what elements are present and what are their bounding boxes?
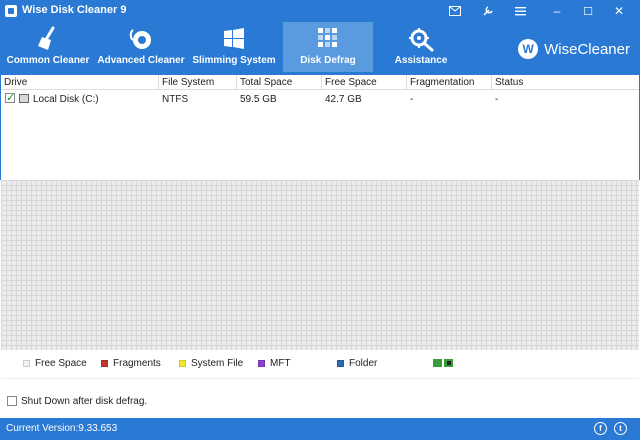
- defrag-icon: [318, 28, 337, 47]
- nav-label: Advanced Cleaner: [97, 55, 185, 66]
- mail-icon[interactable]: [446, 3, 464, 19]
- nav-label: Slimming System: [192, 55, 276, 66]
- column-header-total-space[interactable]: Total Space: [240, 77, 292, 88]
- brand[interactable]: W WiseCleaner: [518, 38, 630, 60]
- nav-label: Assistance: [394, 55, 448, 66]
- legend-mft: MFT: [258, 358, 291, 369]
- legend-fragments: Fragments: [101, 358, 161, 369]
- drive-table: Drive File System Total Space Free Space…: [0, 75, 640, 180]
- nav-assistance[interactable]: Assistance: [376, 22, 466, 72]
- column-header-free-space[interactable]: Free Space: [325, 77, 377, 88]
- status-bar: Current Version:9.33.653 f t: [0, 418, 640, 440]
- free-space-value: 42.7 GB: [325, 94, 362, 105]
- drive-checkbox[interactable]: [5, 91, 15, 104]
- drive-name: Local Disk (C:): [33, 94, 99, 105]
- vacuum-icon: [129, 29, 151, 49]
- legend-swatch: [258, 360, 265, 367]
- legend-swatch: [101, 360, 108, 367]
- maximize-button[interactable]: ☐: [579, 3, 597, 19]
- file-type-icon: [433, 358, 455, 368]
- brand-name: WiseCleaner: [544, 40, 630, 58]
- total-space-value: 59.5 GB: [240, 94, 277, 105]
- menu-icon[interactable]: [511, 3, 529, 19]
- column-header-status[interactable]: Status: [495, 77, 523, 88]
- options-area: Shut Down after disk defrag.: [1, 378, 639, 418]
- legend-label: Fragments: [113, 358, 161, 369]
- settings-tool-icon[interactable]: [479, 3, 497, 19]
- legend-swatch: [179, 360, 186, 367]
- legend-label: Free Space: [35, 358, 87, 369]
- column-header-fragmentation[interactable]: Fragmentation: [410, 77, 474, 88]
- windows-icon: [224, 28, 244, 49]
- nav-slimming-system[interactable]: Slimming System: [189, 22, 279, 72]
- column-divider[interactable]: [321, 75, 322, 90]
- column-divider[interactable]: [491, 75, 492, 90]
- legend-swatch: [337, 360, 344, 367]
- nav-common-cleaner[interactable]: Common Cleaner: [3, 22, 93, 72]
- window-title: Wise Disk Cleaner 9: [22, 4, 127, 16]
- column-divider[interactable]: [236, 75, 237, 90]
- broom-icon: [38, 26, 55, 50]
- file-system-value: NTFS: [162, 94, 189, 105]
- wisecleaner-logo-icon: W: [518, 39, 539, 59]
- nav-advanced-cleaner[interactable]: Advanced Cleaner: [96, 22, 186, 72]
- legend-system-file: System File: [179, 358, 243, 369]
- gear-wrench-icon: [409, 28, 434, 52]
- nav-label: Common Cleaner: [6, 55, 90, 66]
- version-text: Current Version:9.33.653: [6, 423, 118, 434]
- twitter-icon[interactable]: t: [614, 422, 627, 435]
- legend-label: Folder: [349, 358, 378, 369]
- defrag-cluster-map: [1, 180, 639, 350]
- legend-label: System File: [191, 358, 244, 369]
- column-header-drive[interactable]: Drive: [4, 77, 27, 88]
- table-row[interactable]: Local Disk (C:) NTFS 59.5 GB 42.7 GB - -: [1, 91, 639, 107]
- nav-label: Disk Defrag: [300, 55, 356, 66]
- legend-folder: Folder: [337, 358, 377, 369]
- nav-disk-defrag[interactable]: Disk Defrag: [283, 22, 373, 72]
- close-button[interactable]: ✕: [610, 3, 628, 19]
- shutdown-label[interactable]: Shut Down after disk defrag.: [21, 396, 147, 407]
- table-header: Drive File System Total Space Free Space…: [1, 75, 639, 90]
- facebook-icon[interactable]: f: [594, 422, 607, 435]
- app-header: Wise Disk Cleaner 9 – ☐ ✕ Common Cleaner: [0, 0, 640, 75]
- minimize-button[interactable]: –: [548, 3, 566, 19]
- legend-free-space: Free Space: [23, 358, 87, 369]
- column-divider[interactable]: [158, 75, 159, 90]
- hard-disk-icon: [19, 94, 29, 103]
- column-divider[interactable]: [406, 75, 407, 90]
- legend: Free Space Fragments System File MFT Fol…: [1, 350, 639, 378]
- fragmentation-value: -: [410, 94, 414, 105]
- title-bar: Wise Disk Cleaner 9 – ☐ ✕: [0, 0, 640, 22]
- column-header-file-system[interactable]: File System: [162, 77, 214, 88]
- app-icon: [5, 5, 17, 17]
- legend-label: MFT: [270, 358, 291, 369]
- legend-swatch: [23, 360, 30, 367]
- status-value: -: [495, 94, 499, 105]
- shutdown-checkbox[interactable]: [7, 396, 17, 406]
